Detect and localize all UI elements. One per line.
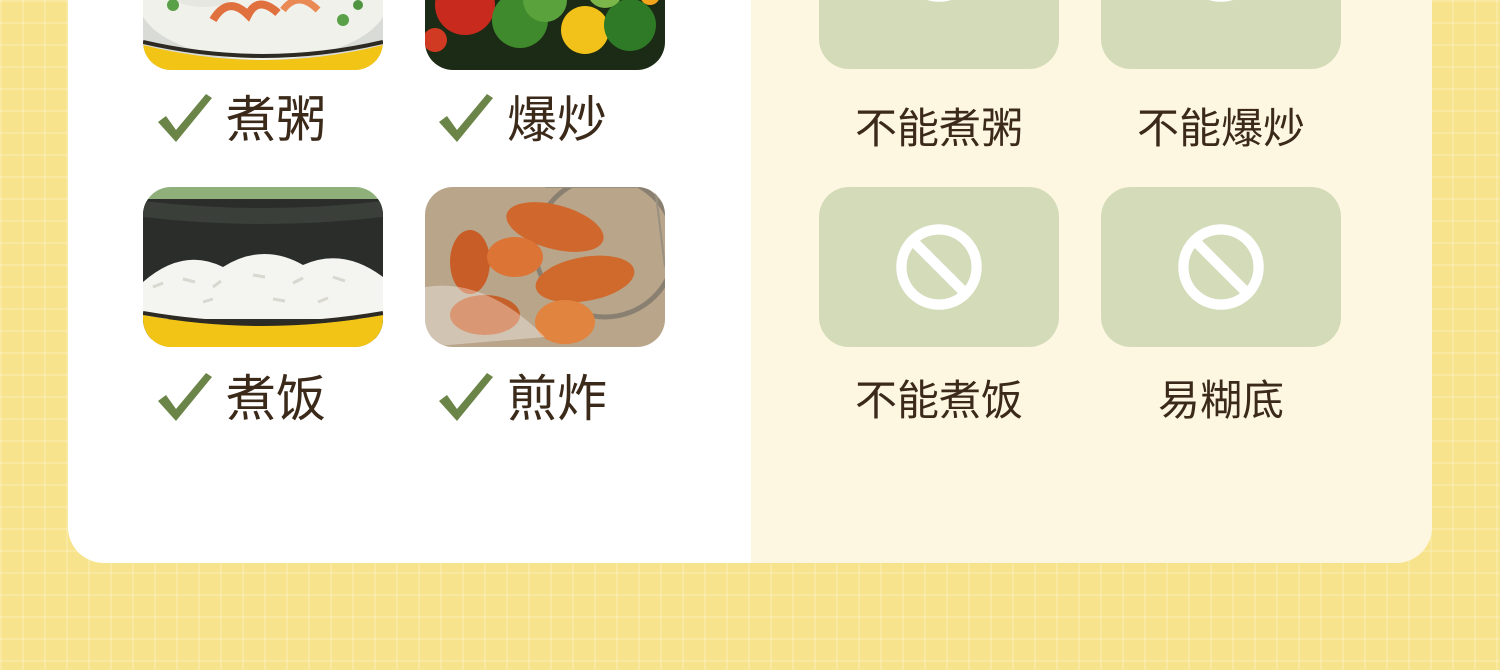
ban-icon xyxy=(1178,224,1264,310)
can-do-item-porridge: 煮粥 xyxy=(156,94,326,146)
porridge-photo xyxy=(143,0,383,70)
stir-fry-photo xyxy=(425,0,665,70)
rice-photo xyxy=(143,187,383,347)
ban-icon xyxy=(926,0,952,2)
comparison-card: 煮粥 爆炒 煮饭 煎炸 不能煮粥 不能爆炒 不能煮饭 易糊底 xyxy=(68,0,1432,563)
cannot-do-label: 不能煮饭 xyxy=(854,376,1023,425)
check-icon xyxy=(158,373,212,421)
cannot-do-label: 易糊底 xyxy=(1157,376,1284,425)
can-do-label: 煮饭 xyxy=(226,370,326,428)
cannot-do-label: 不能爆炒 xyxy=(1136,104,1305,153)
cannot-do-panel: 不能煮粥 不能爆炒 不能煮饭 易糊底 xyxy=(751,0,1432,563)
ban-tile xyxy=(819,187,1059,347)
check-icon xyxy=(158,94,212,142)
fried-chicken-photo xyxy=(425,187,665,347)
can-do-label: 煎炸 xyxy=(507,370,607,428)
cannot-do-label: 不能煮粥 xyxy=(854,104,1023,153)
check-icon xyxy=(439,373,493,421)
ban-tile xyxy=(819,0,1059,69)
can-do-item-rice: 煮饭 xyxy=(156,373,326,425)
can-do-label: 煮粥 xyxy=(226,91,326,149)
ban-icon xyxy=(1208,0,1234,2)
ban-icon xyxy=(896,224,982,310)
ban-tile xyxy=(1101,0,1341,69)
check-icon xyxy=(439,94,493,142)
can-do-item-stir-fry: 爆炒 xyxy=(437,94,607,146)
ban-tile xyxy=(1101,187,1341,347)
can-do-panel: 煮粥 爆炒 煮饭 煎炸 xyxy=(68,0,751,563)
can-do-label: 爆炒 xyxy=(507,91,607,149)
can-do-item-fry: 煎炸 xyxy=(437,373,607,425)
